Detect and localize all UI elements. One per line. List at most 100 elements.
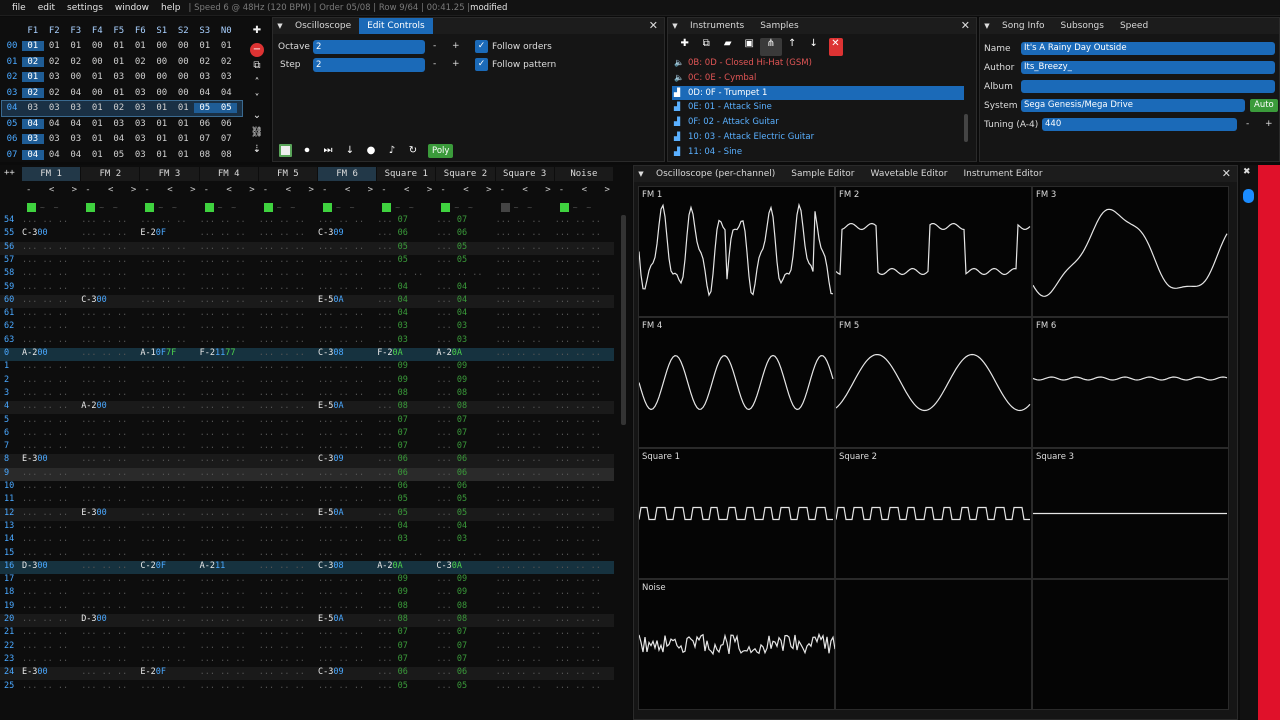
pattern-cell[interactable]: ... .. .. [555, 335, 601, 345]
pattern-cell[interactable]: ... .. .. [496, 481, 542, 491]
pattern-cell[interactable]: ... .. .. [140, 601, 186, 611]
pattern-cell[interactable]: ... .. .. [200, 468, 246, 478]
pattern-cell[interactable]: ... .. .. [22, 321, 68, 331]
pattern-cell[interactable]: ... .. .. [555, 375, 601, 385]
pattern-note[interactable]: E-20F [140, 228, 166, 238]
pattern-cell[interactable]: ... 05 [436, 255, 467, 265]
pattern-note[interactable]: F-20A [377, 348, 403, 358]
pattern-cell[interactable]: ... .. .. [259, 654, 305, 664]
order-cell[interactable]: 06 [216, 119, 238, 129]
pattern-cell[interactable]: ... .. .. [259, 215, 305, 225]
channel-header[interactable]: FM 3 [140, 167, 198, 181]
table-row[interactable]: 56... .. ..... .. ..... .. ..... .. ....… [0, 242, 614, 255]
pattern-cell[interactable]: ... .. .. [555, 481, 601, 491]
pattern-cell[interactable]: ... .. .. [555, 228, 601, 238]
pattern-cell[interactable]: ... .. .. [140, 454, 186, 464]
pattern-cell[interactable]: ... .. .. [81, 681, 127, 691]
octave-input[interactable]: 2 [313, 40, 425, 54]
pattern-note[interactable]: C-300 [81, 295, 107, 305]
order-cell[interactable]: 03 [130, 150, 152, 160]
pattern-cell[interactable]: ... 05 [436, 508, 467, 518]
pattern-cell[interactable]: ... .. .. [496, 215, 542, 225]
channel-controls[interactable]: - < > [263, 185, 320, 195]
pattern-cell[interactable]: ... .. .. [81, 321, 127, 331]
pattern-cell[interactable]: ... .. .. [81, 282, 127, 292]
pattern-cell[interactable]: ... .. .. [496, 295, 542, 305]
pattern-cell[interactable]: ... .. .. [259, 242, 305, 252]
pattern-note[interactable]: C-20F [140, 561, 166, 571]
pattern-cell[interactable]: ... .. .. [555, 641, 601, 651]
table-row[interactable]: 19... .. ..... .. ..... .. ..... .. ....… [0, 601, 614, 614]
pattern-cell[interactable]: ... .. .. [555, 681, 601, 691]
order-cell[interactable]: 03 [22, 103, 44, 113]
link-icon[interactable]: ⛓ [249, 127, 265, 144]
order-cell[interactable]: 03 [44, 72, 66, 82]
order-cell[interactable]: 05 [194, 103, 216, 113]
pattern-cell[interactable]: ... .. .. [555, 587, 601, 597]
pattern-cell[interactable]: ... .. .. [318, 481, 364, 491]
pattern-cell[interactable]: ... .. .. [140, 388, 186, 398]
pattern-cell[interactable]: ... .. .. [22, 494, 68, 504]
pattern-cell[interactable]: ... 05 [436, 494, 467, 504]
channel-mute-toggle[interactable] [560, 203, 569, 212]
channel-header[interactable]: Noise [555, 167, 613, 181]
order-cell[interactable]: 00 [65, 72, 87, 82]
pattern-cell[interactable]: ... .. .. [200, 681, 246, 691]
pattern-cell[interactable]: ... .. .. [140, 255, 186, 265]
instrument-item[interactable]: ▟ 0F: 02 - Attack Guitar [672, 115, 964, 130]
table-row[interactable]: 61 ... .. .. ... .. .. ... .. .. ... .. ....… [0, 308, 614, 321]
order-cell[interactable]: 01 [173, 150, 195, 160]
pattern-cell[interactable]: ... .. .. [81, 587, 127, 597]
pin-icon[interactable]: ✖ [1243, 167, 1251, 177]
pattern-cell[interactable]: ... .. .. [81, 534, 127, 544]
pattern-cell[interactable]: ... .. .. [22, 681, 68, 691]
pattern-cell[interactable]: ... .. .. [318, 494, 364, 504]
pattern-cell[interactable]: ... .. .. [140, 574, 186, 584]
pattern-cell[interactable]: ... .. .. [555, 308, 601, 318]
order-cell[interactable]: 03 [216, 72, 238, 82]
pattern-cell[interactable]: ... .. .. [318, 242, 364, 252]
collapse-icon[interactable]: ▼ [634, 170, 648, 178]
pattern-cell[interactable]: ... .. .. [140, 548, 186, 558]
table-row[interactable]: 23... .. ..... .. ..... .. ..... .. ....… [0, 654, 614, 667]
pattern-cell[interactable]: ... .. .. [496, 601, 542, 611]
order-cell[interactable]: 01 [173, 134, 195, 144]
pattern-cell[interactable]: ... .. .. [496, 242, 542, 252]
pattern-cell[interactable]: ... .. .. [496, 561, 542, 571]
menu-file[interactable]: file [6, 3, 32, 13]
order-cell[interactable]: 01 [22, 72, 44, 82]
order-row[interactable]: 04 03 03 03 01 02 03 01 01 05 05 [2, 101, 242, 117]
order-cell[interactable]: 05 [216, 103, 238, 113]
order-row[interactable]: 05 04 04 04 01 03 03 01 01 06 06 [2, 116, 242, 132]
pattern-cell[interactable]: ... .. .. [259, 641, 305, 651]
pattern-cell[interactable]: ... 08 [377, 388, 408, 398]
pattern-cell[interactable]: ... .. .. [496, 667, 542, 677]
pattern-note[interactable]: C-309 [318, 454, 344, 464]
pattern-cell[interactable]: ... .. .. [496, 574, 542, 584]
pattern-note[interactable]: A-200 [22, 348, 48, 358]
pattern-cell[interactable]: ... .. .. [377, 548, 423, 558]
pattern-cell[interactable]: ... .. .. [555, 654, 601, 664]
pattern-cell[interactable]: ... .. .. [318, 534, 364, 544]
pattern-cell[interactable]: ... .. .. [140, 268, 186, 278]
channel-mute-toggle[interactable] [205, 203, 214, 212]
order-cell[interactable]: 01 [87, 150, 109, 160]
pattern-cell[interactable]: ... 04 [377, 295, 408, 305]
save-icon[interactable]: ▣ [739, 38, 761, 56]
pattern-cell[interactable]: ... 03 [436, 335, 467, 345]
order-cell[interactable]: 04 [22, 150, 44, 160]
pattern-cell[interactable]: ... .. .. [496, 468, 542, 478]
pattern-cell[interactable]: ... .. .. [81, 388, 127, 398]
menu-window[interactable]: window [109, 3, 155, 13]
pattern-cell[interactable]: ... .. .. [22, 242, 68, 252]
tab-instrument-editor[interactable]: Instrument Editor [956, 166, 1051, 182]
pattern-note[interactable]: E-20F [140, 667, 166, 677]
pattern-cell[interactable]: ... 09 [377, 375, 408, 385]
pattern-cell[interactable]: ... .. .. [318, 587, 364, 597]
stop-icon[interactable] [279, 144, 292, 157]
pattern-cell[interactable]: ... 04 [436, 295, 467, 305]
table-row[interactable]: 5... .. ..... .. ..... .. ..... .. .....… [0, 415, 614, 428]
channel-header[interactable]: FM 4 [200, 167, 258, 181]
pattern-cell[interactable]: ... .. .. [259, 268, 305, 278]
close-icon[interactable]: ✕ [1222, 167, 1231, 180]
